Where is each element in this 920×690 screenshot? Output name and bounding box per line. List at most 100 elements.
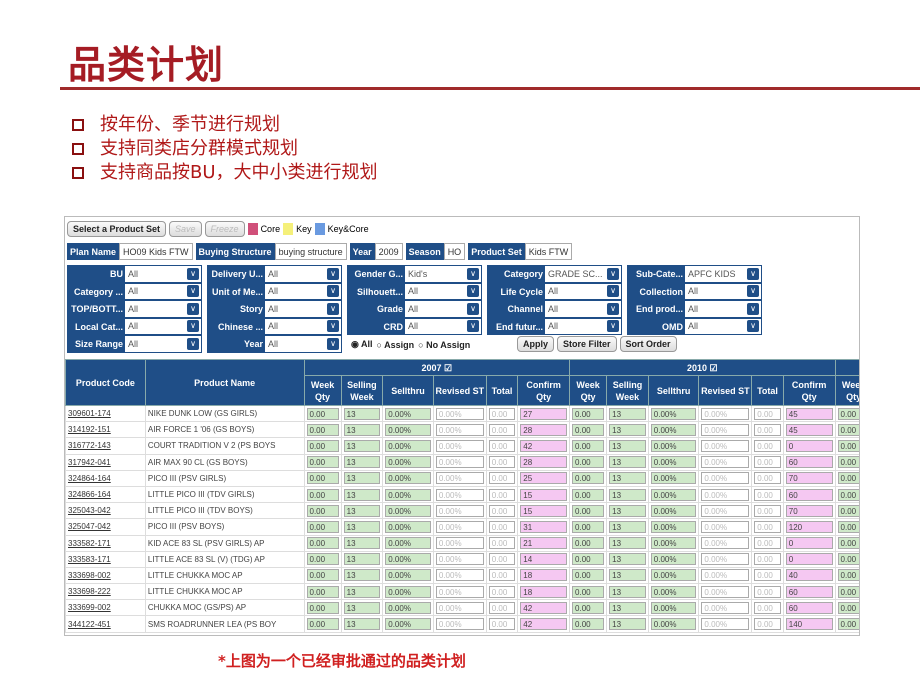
confirm-qty-input[interactable]: 18 (520, 585, 568, 598)
total-input[interactable]: 0.00 (754, 569, 781, 582)
total-input[interactable]: 0.00 (488, 520, 516, 533)
confirm-qty-input[interactable]: 60 (785, 601, 833, 614)
week-qty-input[interactable]: 0.00 (572, 504, 605, 517)
total-input[interactable]: 0.00 (754, 407, 781, 420)
chevron-down-icon[interactable]: ∨ (467, 302, 479, 315)
product-code-link[interactable]: 314192-151 (68, 425, 111, 434)
total-input[interactable]: 0.00 (754, 520, 781, 533)
filter-select[interactable]: All ∨ (405, 318, 481, 334)
total-input[interactable]: 0.00 (488, 569, 516, 582)
week-qty-input[interactable]: 0.00 (306, 439, 339, 452)
confirm-qty-input[interactable]: 18 (520, 569, 568, 582)
selling-week-input[interactable]: 13 (343, 537, 381, 550)
radio-assign[interactable]: ○ Assign (377, 340, 415, 350)
sellthru-input[interactable]: 0.00% (650, 601, 697, 614)
selling-week-input[interactable]: 13 (609, 537, 646, 550)
filter-select[interactable]: All ∨ (545, 301, 621, 317)
column-header-confirm-qty[interactable]: Confirm Qty (517, 375, 571, 406)
column-header-sellthru[interactable]: Sellthru (382, 375, 434, 406)
chevron-down-icon[interactable]: ∨ (467, 285, 479, 298)
total-input[interactable]: 0.00 (488, 456, 516, 469)
filter-select[interactable]: Kid's ∨ (405, 266, 481, 282)
selling-week-input[interactable]: 13 (343, 601, 381, 614)
chevron-down-icon[interactable]: ∨ (327, 285, 339, 298)
week-qty-input[interactable]: 0.00 (837, 601, 859, 614)
sellthru-input[interactable]: 0.00% (650, 488, 697, 501)
select-product-set-button[interactable]: Select a Product Set (67, 221, 167, 237)
week-qty-input[interactable]: 0.00 (572, 585, 605, 598)
chevron-down-icon[interactable]: ∨ (327, 320, 339, 333)
revised-st-input[interactable]: 0.00% (701, 553, 750, 566)
revised-st-input[interactable]: 0.00% (701, 504, 750, 517)
total-input[interactable]: 0.00 (488, 472, 516, 485)
selling-week-input[interactable]: 13 (343, 504, 381, 517)
sellthru-input[interactable]: 0.00% (650, 456, 697, 469)
week-qty-input[interactable]: 0.00 (306, 456, 339, 469)
sellthru-input[interactable]: 0.00% (385, 456, 431, 469)
chevron-down-icon[interactable]: ∨ (187, 267, 199, 280)
product-code-link[interactable]: 344122-451 (68, 620, 111, 629)
confirm-qty-input[interactable]: 42 (520, 439, 568, 452)
selling-week-input[interactable]: 13 (609, 407, 646, 420)
confirm-qty-input[interactable]: 0 (785, 553, 833, 566)
save-button[interactable]: Save (169, 221, 202, 237)
year-group-header[interactable]: 2 (834, 359, 859, 376)
sellthru-input[interactable]: 0.00% (650, 520, 697, 533)
column-header-product-name[interactable]: Product Name (144, 359, 305, 406)
week-qty-input[interactable]: 0.00 (572, 456, 605, 469)
week-qty-input[interactable]: 0.00 (306, 618, 339, 631)
revised-st-input[interactable]: 0.00% (435, 439, 484, 452)
confirm-qty-input[interactable]: 40 (785, 569, 833, 582)
radio-all[interactable]: ◉ All (351, 339, 373, 350)
column-header-sellthru[interactable]: Sellthru (647, 375, 700, 406)
week-qty-input[interactable]: 0.00 (837, 520, 859, 533)
week-qty-input[interactable]: 0.00 (306, 504, 339, 517)
selling-week-input[interactable]: 13 (343, 456, 381, 469)
selling-week-input[interactable]: 13 (609, 472, 646, 485)
week-qty-input[interactable]: 0.00 (837, 553, 859, 566)
revised-st-input[interactable]: 0.00% (435, 407, 484, 420)
total-input[interactable]: 0.00 (754, 488, 781, 501)
sellthru-input[interactable]: 0.00% (385, 488, 431, 501)
total-input[interactable]: 0.00 (754, 553, 781, 566)
column-header-total[interactable]: Total (485, 375, 519, 406)
revised-st-input[interactable]: 0.00% (435, 488, 484, 501)
week-qty-input[interactable]: 0.00 (837, 585, 859, 598)
column-header-total[interactable]: Total (751, 375, 784, 406)
product-code-link[interactable]: 324866-164 (68, 490, 111, 499)
chevron-down-icon[interactable]: ∨ (187, 337, 199, 350)
revised-st-input[interactable]: 0.00% (701, 618, 750, 631)
chevron-down-icon[interactable]: ∨ (607, 320, 619, 333)
product-code-link[interactable]: 325047-042 (68, 522, 111, 531)
sellthru-input[interactable]: 0.00% (385, 553, 431, 566)
revised-st-input[interactable]: 0.00% (435, 585, 484, 598)
selling-week-input[interactable]: 13 (609, 423, 646, 436)
column-header-selling-week[interactable]: Selling Week (606, 375, 649, 406)
week-qty-input[interactable]: 0.00 (572, 472, 605, 485)
week-qty-input[interactable]: 0.00 (837, 439, 859, 452)
week-qty-input[interactable]: 0.00 (837, 456, 859, 469)
confirm-qty-input[interactable]: 21 (520, 537, 568, 550)
year-group-header[interactable]: 2010 ☑ (569, 359, 836, 376)
week-qty-input[interactable]: 0.00 (306, 537, 339, 550)
confirm-qty-input[interactable]: 45 (785, 407, 833, 420)
freeze-button[interactable]: Freeze (204, 221, 245, 237)
total-input[interactable]: 0.00 (754, 472, 781, 485)
selling-week-input[interactable]: 13 (343, 569, 381, 582)
filter-select[interactable]: All ∨ (125, 336, 201, 352)
product-code-link[interactable]: 333699-002 (68, 603, 111, 612)
total-input[interactable]: 0.00 (488, 407, 516, 420)
sellthru-input[interactable]: 0.00% (650, 618, 697, 631)
week-qty-input[interactable]: 0.00 (837, 423, 859, 436)
total-input[interactable]: 0.00 (488, 439, 516, 452)
selling-week-input[interactable]: 13 (609, 601, 646, 614)
week-qty-input[interactable]: 0.00 (837, 472, 859, 485)
revised-st-input[interactable]: 0.00% (435, 504, 484, 517)
confirm-qty-input[interactable]: 14 (520, 553, 568, 566)
week-qty-input[interactable]: 0.00 (306, 488, 339, 501)
total-input[interactable]: 0.00 (488, 618, 516, 631)
chevron-down-icon[interactable]: ∨ (607, 285, 619, 298)
week-qty-input[interactable]: 0.00 (572, 488, 605, 501)
week-qty-input[interactable]: 0.00 (572, 601, 605, 614)
selling-week-input[interactable]: 13 (609, 618, 646, 631)
